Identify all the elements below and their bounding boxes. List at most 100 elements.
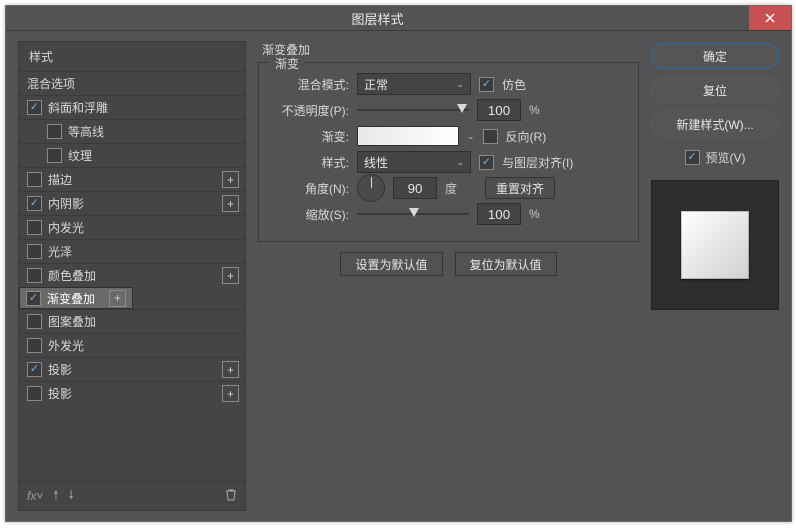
reverse-checkbox[interactable] [483,129,498,144]
style-row[interactable]: 外发光 [19,333,245,357]
style-row[interactable]: 颜色叠加 + [19,263,245,287]
move-down-icon[interactable]: 🠗 [69,486,74,507]
dialog-body: 样式 混合选项 斜面和浮雕等高线纹理描边 + 内阴影 + 内发光光泽颜色叠加 + 渐变叠加 +… [6,31,791,521]
style-checkbox[interactable] [27,362,42,377]
style-checkbox[interactable] [27,386,42,401]
style-select[interactable]: 线性⌄ [357,151,471,173]
style-label: 投影 [48,361,216,378]
preview-swatch [681,211,749,279]
layer-style-dialog: 图层样式 样式 混合选项 斜面和浮雕等高线纹理描边 + 内阴影 + 内发光光泽颜色叠加 +… [5,5,792,522]
add-effect-icon[interactable]: + [222,361,239,378]
dialog-buttons: 确定 复位 新建样式(W)... 预览(V) [651,41,779,511]
effect-settings-panel: 渐变叠加 渐变 混合模式: 正常⌄ 仿色 不透明度(P): [258,41,639,511]
add-effect-icon[interactable]: + [222,267,239,284]
reset-default-button[interactable]: 复位为默认值 [455,252,557,276]
style-checkbox[interactable] [27,196,42,211]
blend-mode-select[interactable]: 正常⌄ [357,73,471,95]
blend-mode-label: 混合模式: [271,76,349,93]
close-button[interactable] [749,6,791,30]
style-label: 等高线 [68,123,239,140]
scale-label: 缩放(S): [271,206,349,223]
style-row[interactable]: 图案叠加 [19,309,245,333]
degree-unit: 度 [445,180,457,197]
reset-align-button[interactable]: 重置对齐 [485,177,555,199]
style-row[interactable]: 内阴影 + [19,191,245,215]
style-checkbox[interactable] [47,148,62,163]
add-effect-icon[interactable]: + [222,385,239,402]
style-label: 外发光 [48,337,239,354]
preview-box [651,180,779,310]
gradient-label: 渐变: [271,128,349,145]
align-checkbox[interactable] [479,155,494,170]
style-row[interactable]: 渐变叠加 + [19,287,133,309]
align-label: 与图层对齐(I) [502,154,573,171]
style-label: 图案叠加 [48,313,239,330]
window-title: 图层样式 [6,9,749,28]
style-checkbox[interactable] [27,314,42,329]
style-row[interactable]: 描边 + [19,167,245,191]
blending-options-label: 混合选项 [27,75,239,92]
style-value: 线性 [364,154,388,171]
add-effect-icon[interactable]: + [222,171,239,188]
dither-label: 仿色 [502,76,526,93]
angle-label: 角度(N): [271,180,349,197]
style-checkbox[interactable] [27,100,42,115]
style-checkbox[interactable] [27,338,42,353]
opacity-slider[interactable] [357,103,469,117]
style-row[interactable]: 光泽 [19,239,245,263]
dither-checkbox[interactable] [479,77,494,92]
style-checkbox[interactable] [27,172,42,187]
style-checkbox[interactable] [47,124,62,139]
scale-field[interactable] [477,203,521,225]
add-effect-icon[interactable]: + [222,195,239,212]
trash-icon[interactable] [225,488,237,504]
new-style-button[interactable]: 新建样式(W)... [651,111,779,137]
preview-checkbox[interactable] [685,150,700,165]
angle-field[interactable] [393,177,437,199]
style-label: 斜面和浮雕 [48,99,239,116]
style-checkbox[interactable] [27,268,42,283]
percent-unit-2: % [529,207,540,221]
add-effect-icon[interactable]: + [109,290,126,307]
style-checkbox[interactable] [26,291,41,306]
close-icon [765,13,775,23]
angle-dial[interactable] [357,174,385,202]
titlebar[interactable]: 图层样式 [6,6,791,31]
opacity-field[interactable] [477,99,521,121]
style-label: 样式: [271,154,349,171]
styles-sidebar: 样式 混合选项 斜面和浮雕等高线纹理描边 + 内阴影 + 内发光光泽颜色叠加 + 渐变叠加 +… [18,41,246,511]
style-label: 渐变叠加 [47,290,103,307]
style-row[interactable]: 投影 + [19,357,245,381]
gradient-dropdown-icon[interactable]: ⌄ [467,131,475,142]
style-checkbox[interactable] [27,244,42,259]
style-row[interactable]: 等高线 [19,119,245,143]
sidebar-actions: fx˅ 🠕 🠗 [19,481,245,510]
sidebar-header-blending[interactable]: 混合选项 [19,71,245,95]
reverse-label: 反向(R) [506,128,547,145]
ok-button[interactable]: 确定 [651,43,779,69]
percent-unit: % [529,103,540,117]
style-label: 光泽 [48,243,239,260]
sidebar-header-styles[interactable]: 样式 [19,42,245,71]
section-title: 渐变叠加 [258,41,639,62]
cancel-button[interactable]: 复位 [651,77,779,103]
style-label: 投影 [48,385,216,402]
blend-mode-value: 正常 [364,76,388,93]
gradient-picker[interactable] [357,126,459,146]
style-row[interactable]: 纹理 [19,143,245,167]
style-label: 纹理 [68,147,239,164]
style-label: 内发光 [48,219,239,236]
style-label: 描边 [48,171,216,188]
opacity-label: 不透明度(P): [271,102,349,119]
style-label: 颜色叠加 [48,267,216,284]
fx-icon[interactable]: fx˅ [27,489,43,503]
style-label: 内阴影 [48,195,216,212]
style-row[interactable]: 斜面和浮雕 [19,95,245,119]
move-up-icon[interactable]: 🠕 [53,486,58,507]
preview-label: 预览(V) [706,149,746,166]
style-row[interactable]: 内发光 [19,215,245,239]
scale-slider[interactable] [357,207,469,221]
style-row[interactable]: 投影 + [19,381,245,405]
make-default-button[interactable]: 设置为默认值 [340,252,442,276]
style-checkbox[interactable] [27,220,42,235]
